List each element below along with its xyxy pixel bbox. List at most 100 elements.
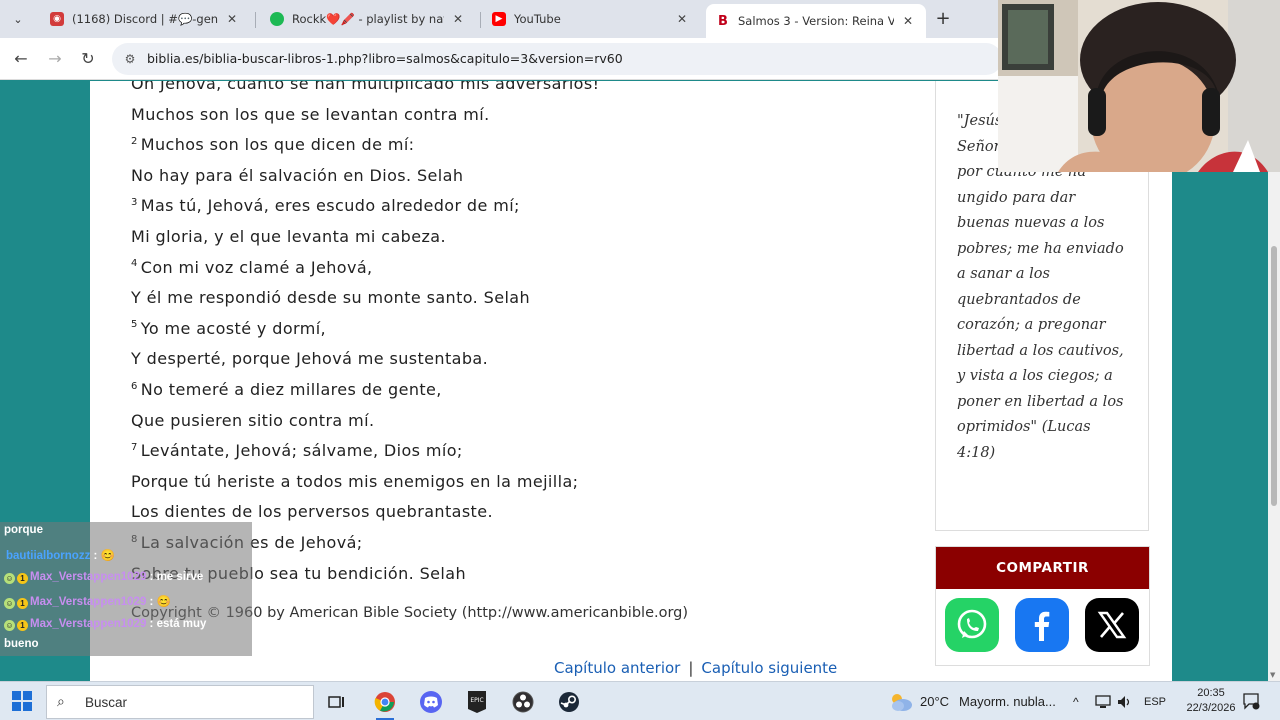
chat-message-text: : me sirve: [146, 571, 204, 583]
chat-message-text: bueno: [4, 638, 39, 650]
task-view-glyph: [328, 696, 344, 708]
system-clock[interactable]: 20:35 22/3/2026: [1183, 686, 1239, 716]
subscriber-badge-icon: 1: [17, 598, 28, 609]
chat-message-text: : 😊: [90, 550, 115, 562]
verse-text: Levántate, Jehová; sálvame, Dios mío;: [140, 441, 463, 461]
verse-line: 3 Mas tú, Jehová, eres escudo alrededor d…: [131, 191, 891, 222]
viewer-badge-icon: ☺: [4, 620, 15, 631]
discord-taskbar-icon[interactable]: [416, 687, 446, 717]
language-indicator[interactable]: ESP: [1144, 682, 1166, 720]
tab-salmos[interactable]: B Salmos 3 - Version: Reina Valera ✕: [706, 4, 926, 38]
back-icon[interactable]: ←: [10, 48, 32, 70]
chat-message-text: porque: [4, 524, 43, 536]
whatsapp-share-button[interactable]: [945, 598, 999, 652]
tray-overflow-icon[interactable]: ^: [1073, 682, 1079, 720]
facebook-share-button[interactable]: [1015, 598, 1069, 652]
steam-taskbar-icon[interactable]: [554, 687, 584, 717]
next-chapter-link[interactable]: Capítulo siguiente: [701, 659, 837, 677]
partly-cloudy-icon: [892, 693, 912, 711]
verse-text: No hay para él salvación en Dios. Selah: [131, 165, 464, 185]
spotify-tab-icon: [270, 12, 284, 26]
close-icon[interactable]: ✕: [224, 12, 240, 26]
stream-chat-overlay: porque bautiialbornozz : 😊 ☺ 1 Max_Verstap…: [0, 522, 252, 656]
obs-icon: [512, 691, 534, 713]
chat-message: bueno: [4, 638, 39, 650]
chat-username: Max_Verstappen1029: [30, 596, 147, 608]
weather-description: Mayorm. nubla...: [959, 694, 1056, 709]
chrome-taskbar-icon[interactable]: [370, 687, 400, 720]
viewer-badge-icon: ☺: [4, 598, 15, 609]
weather-widget[interactable]: 20°C Mayorm. nubla...: [888, 682, 1056, 720]
webcam-image: [998, 0, 1280, 172]
chapter-navigation: Capítulo anterior | Capítulo siguiente: [554, 659, 837, 677]
chrome-icon: [374, 692, 395, 712]
verse-text: Yo me acosté y dormí,: [140, 318, 327, 338]
verse-line: 4 Con mi voz clamé a Jehová,: [131, 253, 891, 284]
verse-line: 2 Muchos son los que dicen de mí:: [131, 130, 891, 161]
verse-number: 5: [131, 319, 138, 331]
chat-message-text: : está muy: [146, 618, 207, 630]
search-placeholder: Buscar: [85, 694, 128, 710]
biblia-tab-icon: B: [718, 13, 728, 29]
obs-taskbar-icon[interactable]: [508, 687, 538, 717]
verse-line: Muchos son los que se levantan contra mí…: [131, 100, 891, 131]
new-tab-button[interactable]: +: [932, 8, 954, 30]
verse-text: Mi gloria, y el que levanta mi cabeza.: [131, 226, 446, 246]
verse-line: Que pusieren sitio contra mí.: [131, 406, 891, 437]
subscriber-badge-icon: 1: [17, 573, 28, 584]
verse-text: Muchos son los que se levantan contra mí…: [131, 104, 490, 124]
discord-tab-icon: ◉: [50, 12, 64, 26]
verse-text: Los dientes de los perversos quebrantast…: [131, 502, 493, 522]
close-icon[interactable]: ✕: [900, 14, 916, 28]
forward-icon[interactable]: →: [44, 48, 66, 70]
verse-text: Porque tú heriste a todos mis enemigos e…: [131, 471, 579, 491]
tab-discord[interactable]: ◉ (1168) Discord | #💬-general | ✕: [40, 4, 250, 34]
weather-temperature: 20°C: [920, 694, 950, 709]
chat-username: Max_Verstappen1029: [30, 571, 147, 583]
network-icon[interactable]: [1095, 682, 1111, 720]
clock-date: 22/3/2026: [1186, 702, 1236, 714]
chat-message: ☺ 1 Max_Verstappen1029 : está muy: [4, 618, 206, 631]
network-glyph: [1095, 694, 1111, 708]
x-share-button[interactable]: [1085, 598, 1139, 652]
windows-start-icon[interactable]: [12, 691, 32, 711]
verse-number: 6: [131, 380, 138, 392]
epic-games-taskbar-icon[interactable]: EPIC: [462, 687, 492, 717]
verse-list: Oh Jehová, cuánto se han multiplicado mi…: [131, 81, 891, 589]
chat-message-text: : 😊: [146, 596, 171, 608]
url-text[interactable]: biblia.es/biblia-buscar-libros-1.php?lib…: [147, 51, 623, 66]
webcam-overlay: [998, 0, 1280, 172]
chat-message: porque: [4, 524, 43, 536]
chat-message: ☺ 1 Max_Verstappen1029 : 😊: [4, 594, 171, 609]
tab-title: Rockk❤️🖍️ - playlist by natanr: [292, 12, 444, 26]
verse-line: Y desperté, porque Jehová me sustentaba.: [131, 344, 891, 375]
svg-text:EPIC: EPIC: [470, 697, 483, 704]
close-icon[interactable]: ✕: [674, 12, 690, 26]
taskbar-search-box[interactable]: ⌕ Buscar: [46, 685, 314, 719]
verse-text: No temeré a diez millares de gente,: [140, 379, 442, 399]
previous-chapter-link[interactable]: Capítulo anterior: [554, 659, 680, 677]
verse-number: 7: [131, 441, 138, 453]
whatsapp-icon: [957, 609, 987, 639]
verse-number: 2: [131, 135, 138, 147]
task-view-icon[interactable]: [322, 687, 352, 717]
viewer-badge-icon: ☺: [4, 573, 15, 584]
notification-glyph: [1243, 693, 1260, 710]
close-icon[interactable]: ✕: [450, 12, 466, 26]
share-box: COMPARTIR: [935, 546, 1150, 666]
verse-text: Y desperté, porque Jehová me sustentaba.: [131, 349, 489, 369]
notification-icon[interactable]: [1242, 692, 1260, 710]
verse-line: Y él me respondió desde su monte santo. …: [131, 283, 891, 314]
volume-icon[interactable]: [1117, 682, 1133, 720]
site-info-icon[interactable]: ⚙: [122, 51, 138, 67]
tab-search-menu-button[interactable]: ⌄: [6, 7, 30, 31]
scroll-down-icon[interactable]: ▼: [1270, 671, 1275, 679]
address-bar[interactable]: ⚙ biblia.es/biblia-buscar-libros-1.php?l…: [112, 43, 1002, 75]
tab-title: YouTube: [514, 12, 561, 26]
tab-separator: [255, 12, 256, 28]
subscriber-badge-icon: 1: [17, 620, 28, 631]
reload-icon[interactable]: ↻: [77, 48, 99, 70]
tab-spotify[interactable]: Rockk❤️🖍️ - playlist by natanr ✕: [260, 4, 476, 34]
tab-youtube[interactable]: ▶ YouTube ✕: [482, 4, 700, 34]
scrollbar-thumb[interactable]: [1271, 246, 1277, 506]
